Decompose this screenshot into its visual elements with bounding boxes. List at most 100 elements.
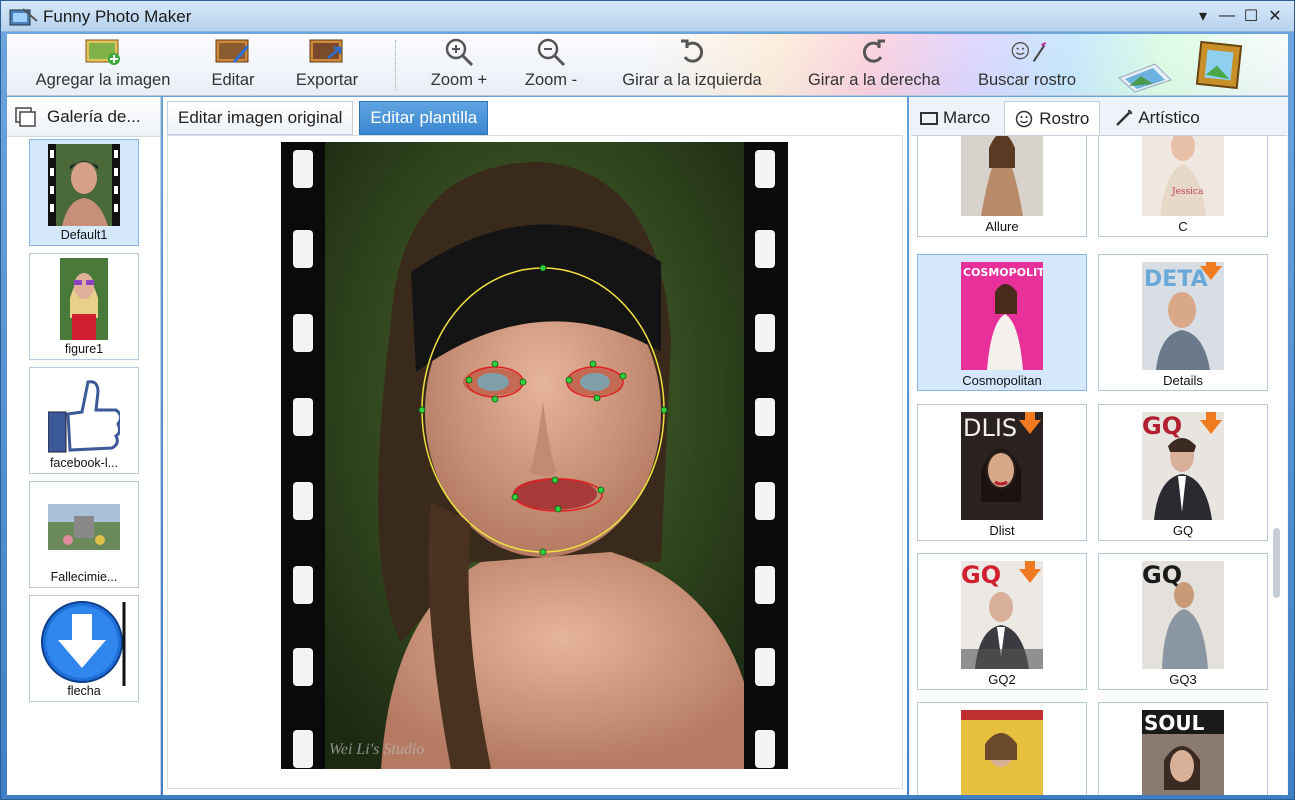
toolbar: Agregar la imagen Editar Exportar Zoom +… [7, 34, 1288, 96]
portrait-filmstrip-thumb [48, 144, 120, 226]
template-gq3[interactable]: GQ GQ3 [1098, 553, 1268, 690]
template-allure[interactable]: Allure [917, 136, 1087, 237]
tab-edit-original[interactable]: Editar imagen original [167, 101, 354, 135]
template-grid: Allure Jessica C COSMOPOLITAN [911, 135, 1287, 795]
magazine-cover-c: Jessica [1142, 136, 1224, 216]
editing-photo[interactable]: Wei Li's Studio [281, 142, 788, 769]
zoom-out-button[interactable]: Zoom - [519, 36, 583, 94]
template-cosmopolitan[interactable]: COSMOPOLITAN Cosmopolitan [917, 254, 1087, 391]
template-label: C [1178, 219, 1188, 234]
template-scrollbar[interactable] [1273, 140, 1281, 790]
template-label: Cosmopolitan [962, 373, 1042, 388]
gallery-header: Galería de... [7, 97, 160, 137]
minimize-button[interactable]: — [1218, 6, 1236, 26]
add-image-button[interactable]: Agregar la imagen [27, 36, 179, 94]
magazine-cover-gq3: GQ [1142, 561, 1224, 669]
rotate-left-button[interactable]: Girar a la izquierda [611, 36, 773, 94]
template-label: GQ [1172, 523, 1194, 538]
template-c[interactable]: Jessica C [1098, 136, 1268, 237]
smiley-wand-icon [1011, 41, 1047, 62]
magazine-cover-dlist: DLIS [961, 412, 1043, 520]
thumbs-up-icon [48, 380, 120, 453]
find-face-label: Buscar rostro [977, 71, 1077, 89]
svg-text:GQ: GQ [961, 561, 1001, 589]
add-image-icon [85, 39, 120, 65]
scrollbar-thumb[interactable] [1273, 528, 1280, 598]
gallery-item-fallecimiento[interactable]: Fallecimie... [29, 481, 139, 588]
tab-face-label: Rostro [1039, 108, 1090, 128]
frame-icon [919, 109, 939, 127]
app-window: Funny Photo Maker ▾ — ☐ ✕ Agregar la ima… [0, 0, 1295, 800]
rotate-left-label: Girar a la izquierda [622, 71, 762, 89]
template-card[interactable] [917, 702, 1087, 795]
template-details[interactable]: DETA Details [1098, 254, 1268, 391]
tab-face[interactable]: Rostro [1004, 101, 1101, 135]
gallery-item-default1[interactable]: Default1 [29, 139, 139, 246]
svg-text:DLIS: DLIS [963, 414, 1017, 442]
gallery-item-facebook[interactable]: facebook-l... [29, 367, 139, 474]
edit-button[interactable]: Editar [205, 36, 261, 94]
rotate-right-button[interactable]: Girar a la derecha [799, 36, 949, 94]
svg-text:Jessica: Jessica [1171, 187, 1204, 197]
close-button[interactable]: ✕ [1266, 6, 1284, 26]
toolbar-separator [395, 40, 396, 90]
template-label: Dlist [989, 523, 1015, 538]
magazine-cover-cosmopolitan: COSMOPOLITAN [961, 262, 1043, 370]
svg-text:COSMOPOLITAN: COSMOPOLITAN [963, 266, 1043, 279]
zoom-in-button[interactable]: Zoom + [425, 36, 493, 94]
template-label: Details [1163, 373, 1203, 388]
gallery-item-figure1[interactable]: figure1 [29, 253, 139, 360]
watermark-text: Wei Li's Studio [329, 741, 424, 758]
gallery-panel: Galería de... Default1 figure1 facebook-… [7, 97, 161, 795]
gallery-item-label: figure1 [64, 342, 104, 356]
svg-text:GQ: GQ [1142, 561, 1182, 589]
export-button[interactable]: Exportar [289, 36, 365, 94]
editor-canvas[interactable]: Wei Li's Studio [167, 135, 903, 789]
magic-wand-icon [1114, 109, 1134, 127]
editor-panel: Editar imagen original Editar plantilla [163, 97, 907, 795]
window-controls: ▾ — ☐ ✕ [1194, 6, 1284, 26]
editor-tabs: Editar imagen original Editar plantilla [167, 101, 489, 135]
magazine-cover-gq: GQ [1142, 412, 1224, 520]
find-face-button[interactable]: Buscar rostro [971, 36, 1083, 94]
rotate-right-label: Girar a la derecha [807, 71, 941, 89]
zoom-in-icon [445, 38, 474, 67]
svg-text:SOUL: SOUL [1144, 711, 1205, 735]
download-arrow-icon [41, 601, 126, 686]
magazine-cover-soul: SOUL [1142, 710, 1224, 795]
template-soul[interactable]: SOUL [1098, 702, 1268, 795]
photos-stack-icon [1118, 63, 1172, 93]
add-image-label: Agregar la imagen [35, 71, 171, 89]
tab-frame[interactable]: Marco [909, 101, 1000, 135]
export-label: Exportar [295, 71, 359, 89]
export-image-icon [309, 39, 343, 63]
window-title: Funny Photo Maker [43, 7, 192, 26]
rotate-left-icon [681, 39, 704, 63]
svg-text:GQ: GQ [1142, 412, 1182, 440]
maximize-button[interactable]: ☐ [1242, 6, 1260, 26]
gallery-item-label: flecha [67, 684, 101, 698]
app-logo-icon [9, 8, 38, 26]
magazine-cover-gq2: GQ [961, 561, 1043, 669]
magazine-cover-details: DETA [1142, 262, 1224, 370]
template-gq2[interactable]: GQ GQ2 [917, 553, 1087, 690]
zoom-out-icon [537, 38, 566, 67]
zoom-in-label: Zoom + [430, 71, 488, 89]
gallery-item-label: Fallecimie... [50, 570, 118, 584]
picture-frame-icon [1195, 40, 1243, 90]
gallery-item-label: facebook-l... [49, 456, 119, 470]
menu-chevron-icon[interactable]: ▾ [1194, 6, 1212, 26]
smiley-icon [1015, 110, 1035, 128]
gallery-item-flecha[interactable]: flecha [29, 595, 139, 702]
template-panel: Marco Rostro Artístico Allure Jessica C … [909, 97, 1288, 795]
landscape-thumb [48, 504, 120, 550]
tab-artistic[interactable]: Artístico [1104, 101, 1209, 135]
template-tabs: Marco Rostro Artístico [909, 101, 1210, 135]
template-gq[interactable]: GQ GQ [1098, 404, 1268, 541]
tab-edit-template[interactable]: Editar plantilla [359, 101, 489, 135]
magazine-cover [961, 710, 1043, 795]
gallery-item-label: Default1 [60, 228, 108, 242]
template-label: GQ3 [1169, 672, 1197, 687]
rotate-right-icon [862, 39, 885, 63]
template-dlist[interactable]: DLIS Dlist [917, 404, 1087, 541]
